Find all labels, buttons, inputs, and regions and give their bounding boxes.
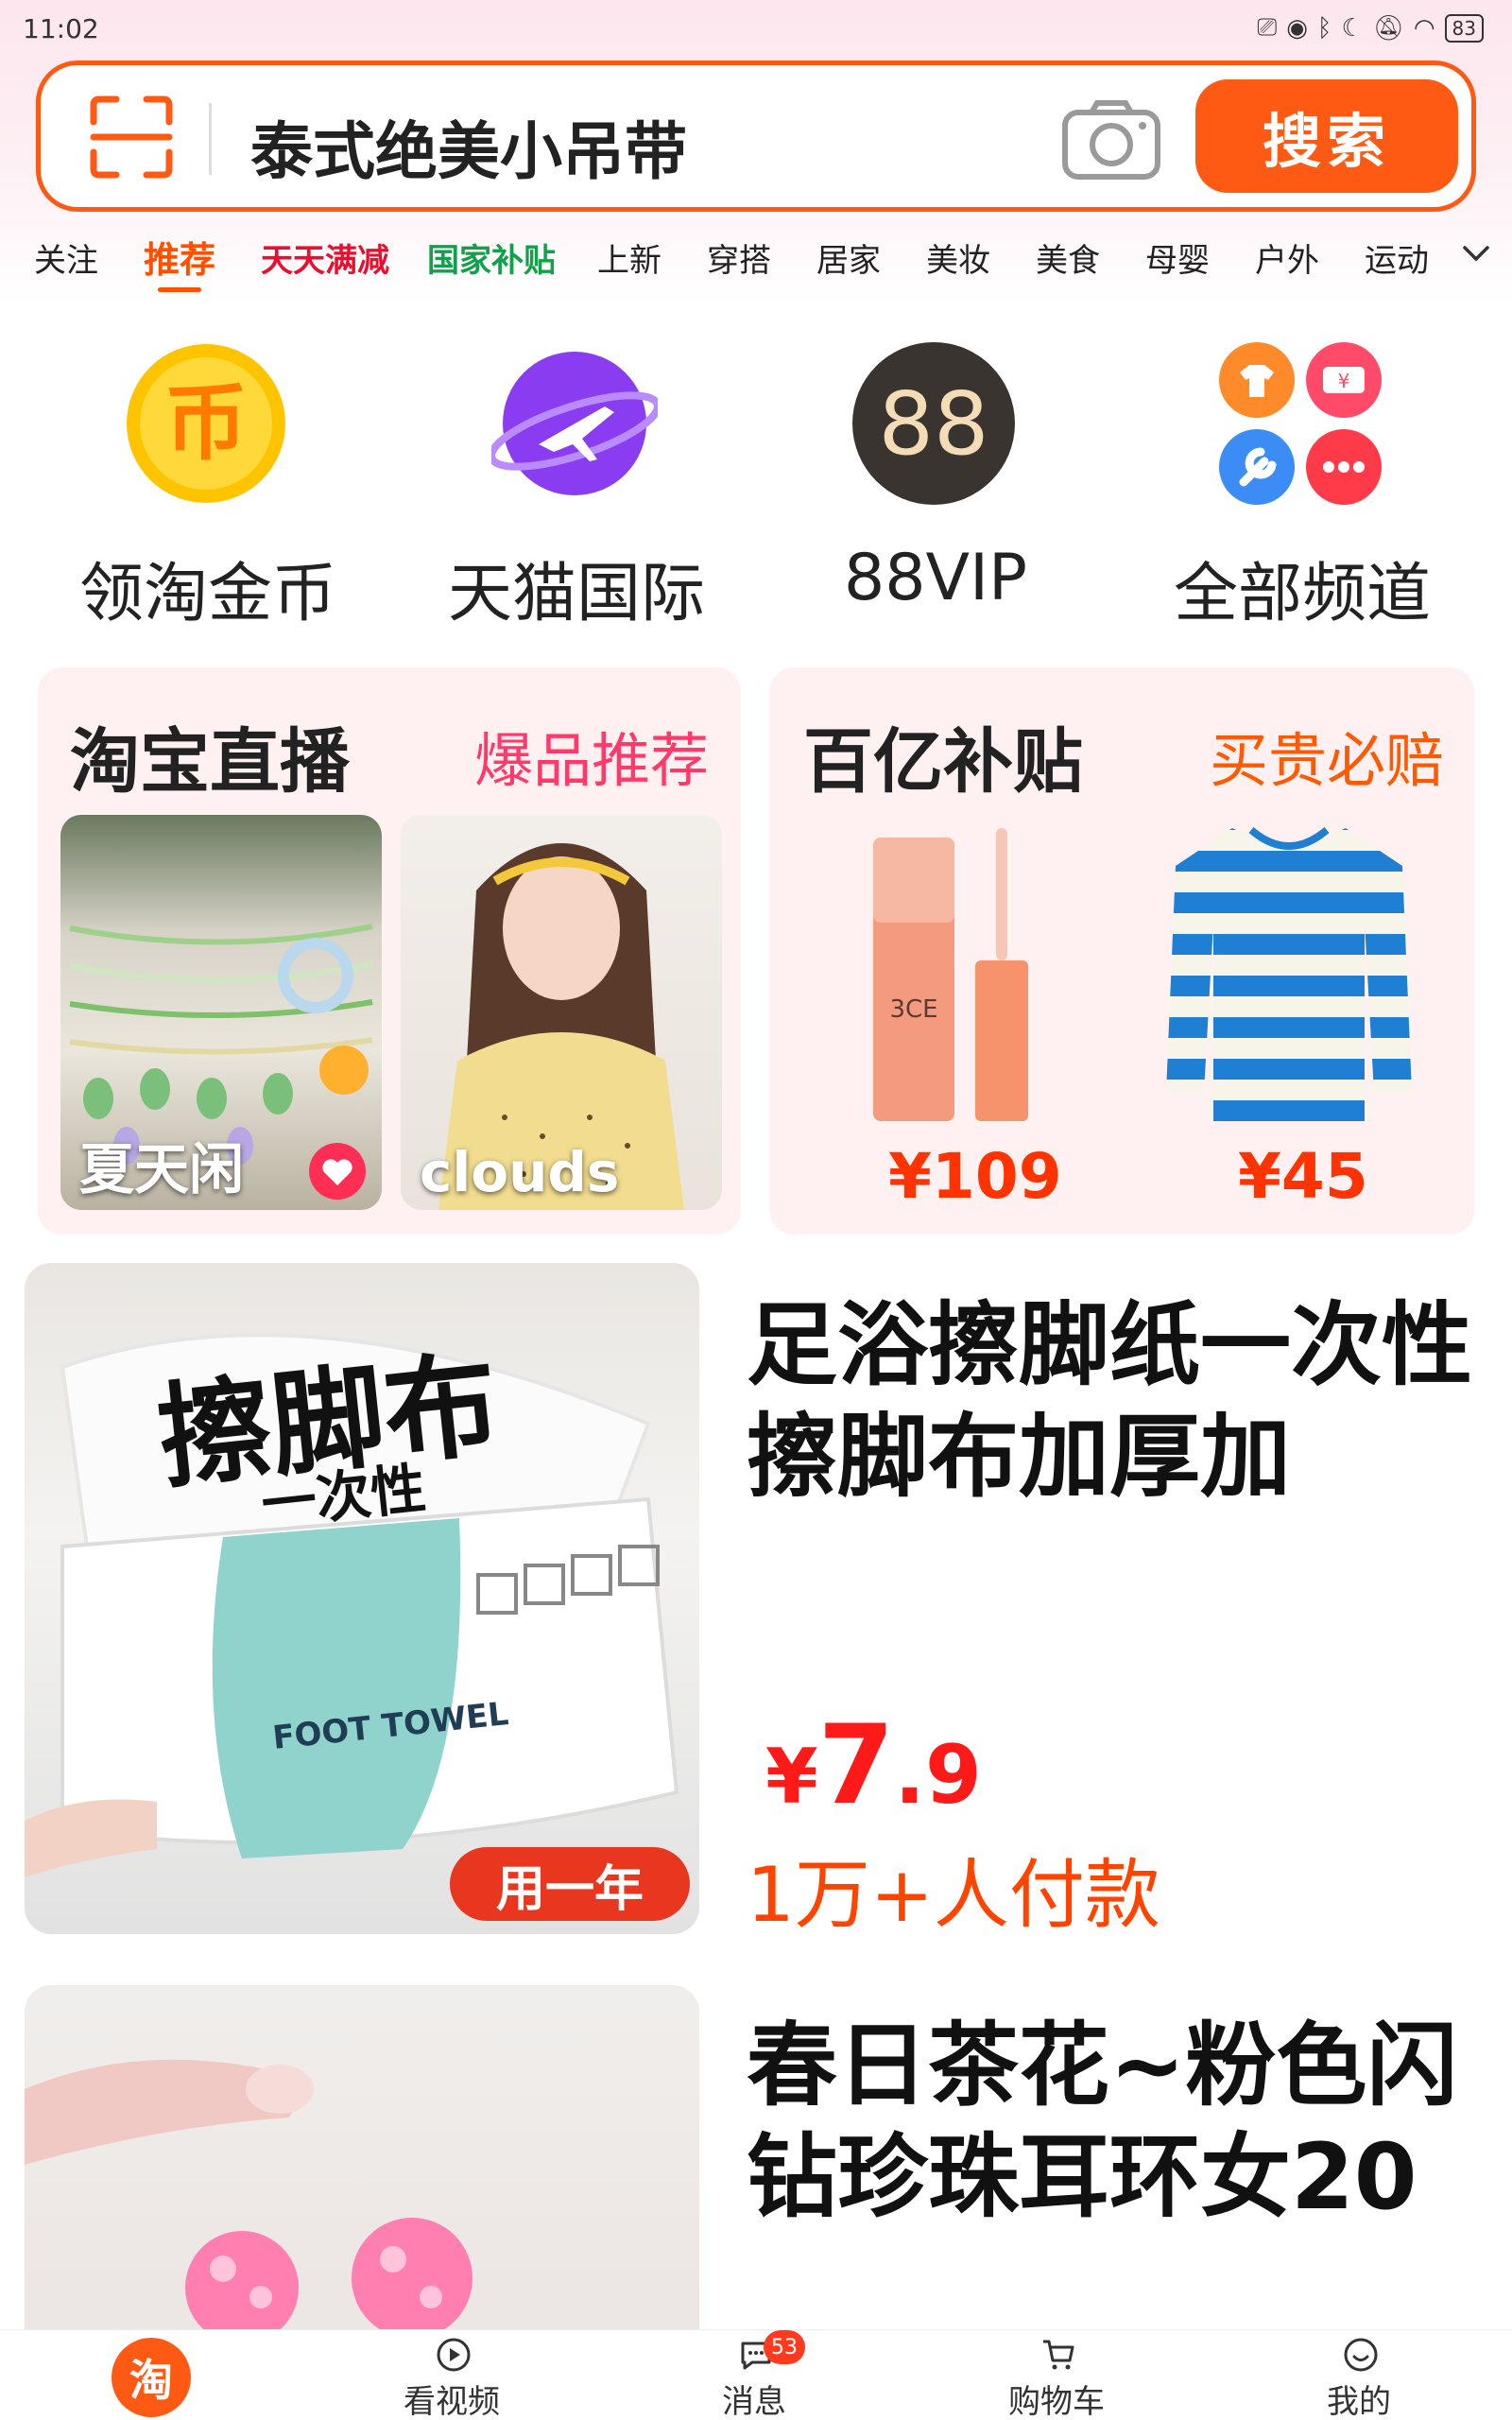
svg-text:¥: ¥: [1338, 370, 1350, 392]
search-button[interactable]: 搜索: [1195, 79, 1458, 193]
category-tabs: 关注 推荐 天天满减 国家补贴 上新 穿搭 居家 美妆 美食 母婴 户外 运动: [0, 227, 1512, 292]
search-bar[interactable]: 泰式绝美小吊带 搜索: [36, 60, 1476, 212]
moon-icon: ☾: [1341, 13, 1364, 43]
tab-recommend[interactable]: 推荐: [144, 231, 215, 292]
nav-label: 我的: [1327, 2383, 1391, 2420]
live-thumb-fashion[interactable]: clouds: [401, 815, 722, 1210]
video-play-icon: [437, 2338, 471, 2372]
subsidy-card-title: 百亿补贴: [803, 721, 1083, 803]
product-title[interactable]: 足浴擦脚纸一次性擦脚布加厚加: [747, 1289, 1493, 1512]
scan-icon[interactable]: [86, 92, 177, 182]
live-card-subtitle: 爆品推荐: [473, 726, 709, 795]
nav-messages[interactable]: 53 消息: [660, 2330, 849, 2420]
nav-cart[interactable]: 购物车: [962, 2330, 1151, 2420]
product-sales: 1万+人付款: [747, 1851, 1160, 1939]
live-card[interactable]: 淘宝直播 爆品推荐 夏天闲 clouds: [38, 667, 741, 1235]
product-tag: 用一年: [450, 1847, 690, 1921]
channel-label: 领淘金币: [78, 557, 336, 631]
tab-follow[interactable]: 关注: [34, 234, 98, 281]
search-divider: [209, 103, 212, 175]
tab-outdoor[interactable]: 户外: [1255, 234, 1319, 281]
svg-text:88: 88: [878, 373, 988, 475]
taobao-home-icon: 淘: [112, 2338, 191, 2417]
subsidy-price-1: ¥109: [888, 1140, 1062, 1213]
live-thumb-jewelry[interactable]: 夏天闲: [60, 815, 382, 1210]
subsidy-price-2: ¥45: [1238, 1140, 1368, 1213]
tmall-global-icon: [491, 352, 658, 495]
channel-label: 天猫国际: [447, 557, 705, 631]
live-thumb-caption: clouds: [420, 1140, 620, 1204]
nav-label: 购物车: [1008, 2383, 1105, 2420]
cart-icon: [1043, 2340, 1074, 2370]
status-bar: 11:02 ⎚ ◉ ᛒ ☾ 🔕︎ ◠ 83: [0, 0, 1512, 60]
price-decimal: .9: [894, 1728, 982, 1823]
striped-shirt-image[interactable]: [1157, 809, 1421, 1131]
subsidy-card-subtitle: 买贵必赔: [1209, 726, 1444, 795]
eye-icon: ◉: [1286, 13, 1308, 43]
tab-sports[interactable]: 运动: [1365, 234, 1429, 281]
lip-gloss-image[interactable]: 3CE: [854, 809, 1062, 1131]
live-thumb-caption: 夏天闲: [79, 1137, 245, 1201]
bottom-nav: 淘 看视频 53 消息 购物车 我的: [0, 2329, 1512, 2420]
svg-text:币: 币: [164, 374, 248, 472]
wifi-icon: ◠: [1413, 13, 1435, 43]
price-integer: 7: [817, 1702, 895, 1829]
nav-label: 消息: [722, 2383, 786, 2420]
tab-new[interactable]: 上新: [597, 234, 662, 281]
88vip-icon: 88: [852, 342, 1015, 505]
live-card-title: 淘宝直播: [70, 721, 350, 803]
nav-home[interactable]: 淘: [57, 2330, 246, 2420]
product-price: ¥7.9: [765, 1702, 982, 1829]
channel-label: 全部频道: [1173, 557, 1431, 631]
product-image-earrings[interactable]: [25, 1985, 699, 2329]
channel-tmall-global[interactable]: 天猫国际: [406, 340, 747, 631]
tab-home[interactable]: 居家: [816, 234, 881, 281]
price-currency: ¥: [765, 1733, 818, 1821]
gold-coin-icon: 币: [127, 344, 285, 503]
subsidy-card[interactable]: 百亿补贴 买贵必赔 3CE ¥109 ¥45: [769, 667, 1474, 1235]
camera-icon[interactable]: [1059, 97, 1163, 182]
tab-baby[interactable]: 母婴: [1145, 234, 1210, 281]
chevron-down-icon[interactable]: [1459, 236, 1493, 270]
status-icons: ⎚ ◉ ᛒ ☾ 🔕︎ ◠ 83: [1257, 13, 1484, 43]
tab-beauty[interactable]: 美妆: [926, 234, 990, 281]
nav-me[interactable]: 我的: [1264, 2330, 1453, 2420]
channel-label: 88VIP: [843, 541, 1028, 615]
search-input[interactable]: 泰式绝美小吊带: [250, 101, 687, 192]
bluetooth-icon: ᛒ: [1316, 13, 1332, 43]
earrings-image: [25, 2059, 472, 2329]
tab-outfit[interactable]: 穿搭: [707, 234, 771, 281]
channel-gold-coins[interactable]: 币 领淘金币: [38, 340, 378, 631]
nav-video[interactable]: 看视频: [357, 2330, 546, 2420]
smiley-profile-icon: [1344, 2338, 1378, 2372]
cast-icon: ⎚: [1257, 13, 1278, 42]
product-title[interactable]: 春日茶花~粉色闪钻珍珠耳环女20: [747, 2010, 1493, 2233]
mute-icon: 🔕︎: [1372, 13, 1404, 43]
channel-88vip[interactable]: 88 88VIP: [765, 340, 1106, 624]
channel-all[interactable]: ¥ 全部频道: [1132, 340, 1472, 631]
product-image-foot-towel[interactable]: 擦脚布 一次性 FOOT TOWEL 用一年: [25, 1263, 699, 1934]
battery-icon: 83: [1444, 13, 1484, 43]
status-time: 11:02: [23, 13, 99, 44]
all-channels-icon: ¥: [1219, 342, 1382, 505]
tab-national-subsidy[interactable]: 国家补贴: [427, 234, 556, 281]
svg-text:3CE: 3CE: [889, 995, 937, 1024]
heart-icon: [309, 1143, 366, 1200]
message-count-badge: 53: [764, 2330, 805, 2364]
tab-daily-discount[interactable]: 天天满减: [261, 234, 389, 281]
nav-label: 看视频: [404, 2383, 500, 2420]
tab-food[interactable]: 美食: [1036, 234, 1100, 281]
